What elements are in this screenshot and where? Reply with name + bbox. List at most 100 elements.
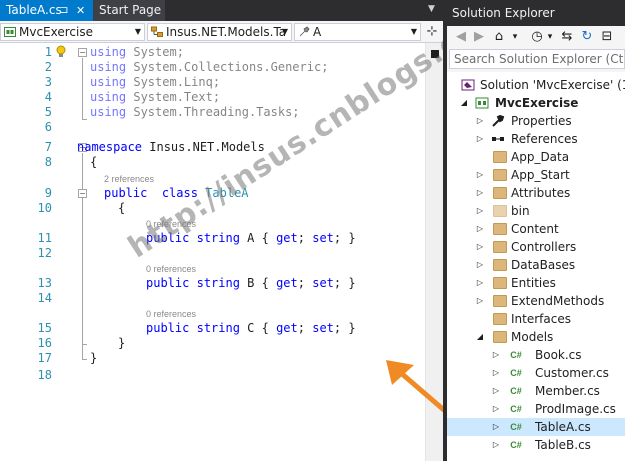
navigation-bar: MvcExercise ▼ Insus.NET.Models.Ta ▼ A ▼: [0, 21, 443, 43]
search-input[interactable]: Search Solution Explorer (Ctrl+;): [449, 49, 625, 69]
tree-item-tablea-cs[interactable]: ▷ C# TableA.cs: [447, 418, 625, 436]
folder-icon: [493, 241, 507, 253]
code-line: {: [118, 201, 126, 215]
codelens-references[interactable]: 0 references: [146, 263, 196, 275]
tree-item-label: App_Data: [511, 150, 570, 164]
close-icon[interactable]: ✕: [76, 0, 85, 21]
sync-icon[interactable]: ⇆: [559, 28, 575, 46]
folder-icon: [493, 259, 507, 271]
outline-line: [82, 58, 83, 120]
collapsed-icon[interactable]: ▷: [475, 274, 485, 292]
panel-title: Solution Explorer: [447, 0, 625, 26]
refresh-icon[interactable]: ↻: [579, 28, 595, 46]
tree-item-label: MvcExercise: [495, 96, 579, 110]
tree-item-interfaces[interactable]: Interfaces: [447, 310, 625, 328]
collapsed-icon[interactable]: ▷: [491, 364, 501, 382]
expanded-icon[interactable]: ◢: [475, 328, 485, 346]
member-dropdown[interactable]: A ▼: [294, 23, 421, 41]
code-line: using System.Text;: [90, 90, 221, 104]
collapse-icon[interactable]: −: [78, 48, 87, 57]
folder-icon: [493, 223, 507, 235]
solution-tree[interactable]: Solution 'MvcExercise' (1 pr ◢ MvcExerci…: [447, 72, 625, 461]
collapsed-icon[interactable]: ▷: [475, 166, 485, 184]
tree-item-extendmethods[interactable]: ▷ ExtendMethods: [447, 292, 625, 310]
code-line: }: [90, 351, 98, 365]
tree-item-book-cs[interactable]: ▷ C# Book.cs: [447, 346, 625, 364]
tab-label: TableA.cs: [6, 3, 62, 17]
chevron-down-icon: ▼: [281, 27, 288, 36]
tab-tablea[interactable]: TableA.cs ⊐ ✕: [0, 0, 93, 21]
tree-item-content[interactable]: ▷ Content: [447, 220, 625, 238]
codelens-references[interactable]: 2 references: [104, 173, 154, 185]
collapsed-icon[interactable]: ▷: [475, 256, 485, 274]
project-dropdown[interactable]: MvcExercise ▼: [0, 23, 145, 41]
class-icon: [151, 26, 163, 37]
collapsed-icon[interactable]: ▷: [475, 130, 485, 148]
chevron-down-icon[interactable]: ▾: [509, 28, 521, 46]
folder-icon: [493, 313, 507, 325]
collapse-icon[interactable]: −: [78, 189, 87, 198]
tab-overflow-icon[interactable]: ▼: [428, 4, 435, 14]
line-number: 4: [44, 90, 52, 104]
tree-item-databases[interactable]: ▷ DataBases: [447, 256, 625, 274]
tree-item-properties[interactable]: ▷ Properties: [447, 112, 625, 130]
collapsed-icon[interactable]: ▷: [491, 382, 501, 400]
collapsed-icon[interactable]: ▷: [475, 184, 485, 202]
lightbulb-icon[interactable]: [55, 45, 67, 59]
tree-item-attributes[interactable]: ▷ Attributes: [447, 184, 625, 202]
expanded-icon[interactable]: ◢: [459, 94, 469, 112]
tree-item-label: References: [511, 132, 578, 146]
line-number: 9: [44, 186, 52, 200]
project-icon: [475, 97, 489, 109]
tab-start-page[interactable]: Start Page: [93, 0, 165, 21]
history-icon[interactable]: ◷: [529, 28, 545, 46]
csharp-file-icon: C#: [510, 368, 522, 378]
collapsed-icon[interactable]: ▷: [475, 220, 485, 238]
code-line: }: [118, 336, 126, 350]
collapsed-icon[interactable]: ▷: [475, 112, 485, 130]
collapsed-icon[interactable]: ▷: [491, 436, 501, 454]
chevron-down-icon[interactable]: ▾: [545, 28, 555, 46]
collapsed-icon[interactable]: ▷: [475, 202, 485, 220]
tree-item-app-start[interactable]: ▷ App_Start: [447, 166, 625, 184]
solution-explorer: Solution Explorer ◀ ▶ ⌂ ▾ ◷ ▾ ⇆ ↻ ⊟ Sear…: [447, 0, 625, 461]
tree-item-references[interactable]: ▷ References: [447, 130, 625, 148]
collapsed-icon[interactable]: ▷: [491, 400, 501, 418]
back-icon[interactable]: ◀: [453, 28, 469, 46]
tree-item-customer-cs[interactable]: ▷ C# Customer.cs: [447, 364, 625, 382]
tree-item-prodimage-cs[interactable]: ▷ C# ProdImage.cs: [447, 400, 625, 418]
tree-item-member-cs[interactable]: ▷ C# Member.cs: [447, 382, 625, 400]
tree-item-label: ExtendMethods: [511, 294, 605, 308]
wrench-icon: [492, 115, 505, 127]
line-number: 14: [37, 291, 52, 305]
tree-item-models[interactable]: ◢ Models: [447, 328, 625, 346]
tree-item-label: Book.cs: [535, 348, 582, 362]
tree-item-label: DataBases: [511, 258, 576, 272]
tree-item-tableb-cs[interactable]: ▷ C# TableB.cs: [447, 436, 625, 454]
collapsed-icon[interactable]: ▷: [491, 418, 501, 436]
tree-item-app-data[interactable]: App_Data: [447, 148, 625, 166]
tree-item-project[interactable]: ◢ MvcExercise: [447, 94, 625, 112]
tree-item-controllers[interactable]: ▷ Controllers: [447, 238, 625, 256]
forward-icon[interactable]: ▶: [471, 28, 487, 46]
pin-icon[interactable]: ⊐: [60, 0, 68, 21]
code-line: namespace Insus.NET.Models: [77, 140, 265, 154]
tree-item-bin[interactable]: ▷ bin: [447, 202, 625, 220]
line-number: 17: [37, 351, 52, 365]
outline-line: [82, 359, 87, 360]
tree-item-label: Customer.cs: [535, 366, 609, 380]
collapsed-icon[interactable]: ▷: [475, 238, 485, 256]
codelens-references[interactable]: 0 references: [146, 308, 196, 320]
collapsed-icon[interactable]: ▷: [491, 346, 501, 364]
code-line: public string C { get; set; }: [146, 321, 356, 335]
tree-item-solution[interactable]: Solution 'MvcExercise' (1 pr: [447, 76, 625, 94]
tree-item-label: TableA.cs: [535, 420, 591, 434]
home-icon[interactable]: ⌂: [491, 28, 507, 46]
collapsed-icon[interactable]: ▷: [475, 292, 485, 310]
solution-icon: [461, 79, 475, 91]
collapse-all-icon[interactable]: ⊟: [599, 28, 615, 46]
line-number: 1: [44, 45, 52, 59]
line-number: 8: [44, 155, 52, 169]
type-dropdown[interactable]: Insus.NET.Models.Ta ▼: [147, 23, 292, 41]
tree-item-entities[interactable]: ▷ Entities: [447, 274, 625, 292]
